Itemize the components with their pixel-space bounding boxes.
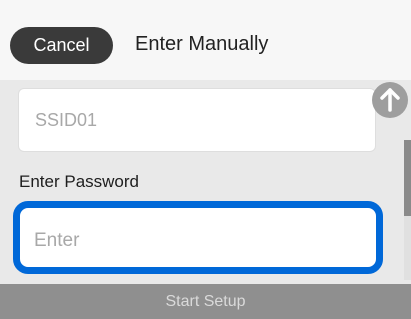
scrollbar-thumb[interactable] [404,140,411,216]
password-label: Enter Password [19,172,139,191]
password-field[interactable]: Enter [13,201,383,274]
screen: Cancel Enter Manually SSID01 Enter Passw… [0,0,411,319]
form-panel: SSID01 Enter Password Enter [0,80,411,284]
header: Cancel Enter Manually [0,0,411,80]
start-setup-button[interactable]: Start Setup [0,284,411,319]
bottom-bar: Start Setup [0,284,411,319]
password-placeholder: Enter [34,230,80,251]
ssid-value: SSID01 [35,110,98,130]
ssid-field[interactable]: SSID01 [18,88,376,152]
scroll-up-button[interactable] [372,82,408,118]
arrow-up-icon [380,88,400,112]
page-title: Enter Manually [135,33,269,55]
cancel-button[interactable]: Cancel [10,27,113,64]
